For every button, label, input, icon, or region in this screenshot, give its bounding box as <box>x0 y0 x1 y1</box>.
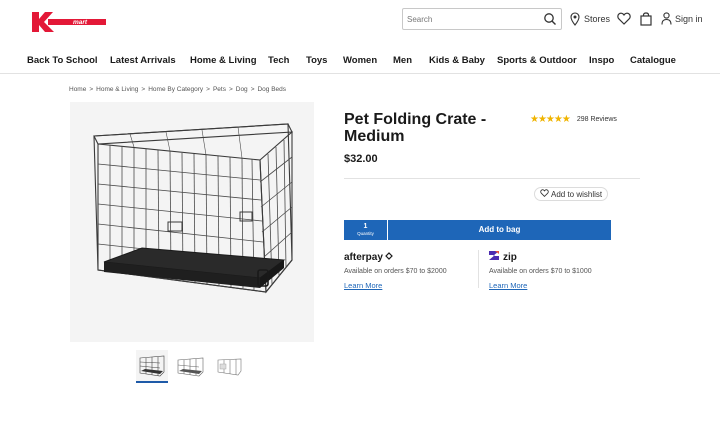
heart-icon <box>540 189 551 199</box>
search-input[interactable] <box>407 9 537 30</box>
main-nav: Back To School Latest Arrivals Home & Li… <box>0 48 720 74</box>
reviews-count[interactable]: 298 Reviews <box>577 116 617 123</box>
breadcrumb-link[interactable]: Home & Living <box>96 86 138 93</box>
nav-item-men[interactable]: Men <box>393 55 412 66</box>
quantity-value: 1 <box>363 223 368 230</box>
bag-icon[interactable] <box>640 12 652 26</box>
add-to-wishlist-button[interactable]: Add to wishlist <box>534 187 609 201</box>
signin-link[interactable]: Sign in <box>661 12 703 25</box>
nav-item-catalogue[interactable]: Catalogue <box>630 55 676 66</box>
zip-learn-more-link[interactable]: Learn More <box>489 281 527 290</box>
breadcrumb-separator: > <box>89 86 94 93</box>
quantity-label: Quantity <box>357 231 374 236</box>
zip-note: Available on orders $70 to $1000 <box>489 268 592 275</box>
heart-icon[interactable] <box>617 12 631 25</box>
breadcrumb-link[interactable]: Pets <box>213 86 226 93</box>
breadcrumb: Home > Home & Living > Home By Category > Pets… <box>69 86 286 93</box>
nav-item-inspo[interactable]: Inspo <box>589 55 614 66</box>
breadcrumb-separator: > <box>141 86 146 93</box>
stores-link[interactable]: Stores <box>570 12 610 26</box>
wishlist-label: Add to wishlist <box>551 189 603 199</box>
breadcrumb-separator: > <box>228 86 233 93</box>
nav-item-sports-outdoor[interactable]: Sports & Outdoor <box>497 55 577 66</box>
breadcrumb-link[interactable]: Dog <box>236 86 248 93</box>
search-icon[interactable] <box>543 12 557 26</box>
afterpay-name: afterpay <box>344 251 383 263</box>
breadcrumb-link[interactable]: Dog Beds <box>257 86 286 93</box>
zip-panel: zip Available on orders $70 to $1000 Lea… <box>489 250 592 293</box>
product-title: Pet Folding Crate - Medium <box>344 111 487 145</box>
zip-logo: zip <box>489 250 592 264</box>
afterpay-panel: afterpay Available on orders $70 to $200… <box>344 250 447 293</box>
nav-item-home-living[interactable]: Home & Living <box>190 55 257 66</box>
breadcrumb-link[interactable]: Home <box>69 86 86 93</box>
product-rating[interactable]: ★★★★★ 298 Reviews <box>530 114 617 125</box>
breadcrumb-separator: > <box>250 86 255 93</box>
afterpay-arrows-icon <box>384 251 394 264</box>
quantity-selector[interactable]: 1 Quantity <box>344 220 388 240</box>
site-header: mart Stores Sign in <box>0 0 720 42</box>
nav-item-back-to-school[interactable]: Back To School <box>27 55 98 66</box>
signin-label: Sign in <box>675 13 703 24</box>
location-pin-icon <box>570 12 580 26</box>
afterpay-learn-more-link[interactable]: Learn More <box>344 281 382 290</box>
rating-stars: ★★★★★ <box>530 114 571 125</box>
thumbnail-3[interactable] <box>214 350 246 382</box>
add-to-bag-button[interactable]: Add to bag <box>388 220 611 240</box>
nav-item-kids-baby[interactable]: Kids & Baby <box>429 55 485 66</box>
zip-name: zip <box>503 251 517 263</box>
nav-item-toys[interactable]: Toys <box>306 55 327 66</box>
afterpay-logo: afterpay <box>344 250 447 264</box>
user-icon <box>661 12 672 25</box>
nav-item-tech[interactable]: Tech <box>268 55 289 66</box>
breadcrumb-link[interactable]: Home By Category <box>148 86 203 93</box>
logo-text: mart <box>73 19 88 26</box>
product-image[interactable] <box>70 102 314 342</box>
add-to-bag-bar: 1 Quantity Add to bag <box>344 220 611 240</box>
nav-item-latest-arrivals[interactable]: Latest Arrivals <box>110 55 176 66</box>
zip-mark-icon <box>489 250 500 264</box>
thumbnail-1[interactable] <box>136 350 168 383</box>
breadcrumb-separator: > <box>206 86 210 93</box>
thumbnail-strip <box>136 350 253 383</box>
thumbnail-2[interactable] <box>175 350 207 382</box>
divider <box>344 178 640 179</box>
payment-divider <box>478 250 479 288</box>
afterpay-note: Available on orders $70 to $2000 <box>344 268 447 275</box>
nav-item-women[interactable]: Women <box>343 55 377 66</box>
search-bar[interactable] <box>402 8 562 30</box>
kmart-logo[interactable]: mart <box>32 10 108 34</box>
product-price: $32.00 <box>344 153 378 165</box>
stores-label: Stores <box>584 14 611 24</box>
